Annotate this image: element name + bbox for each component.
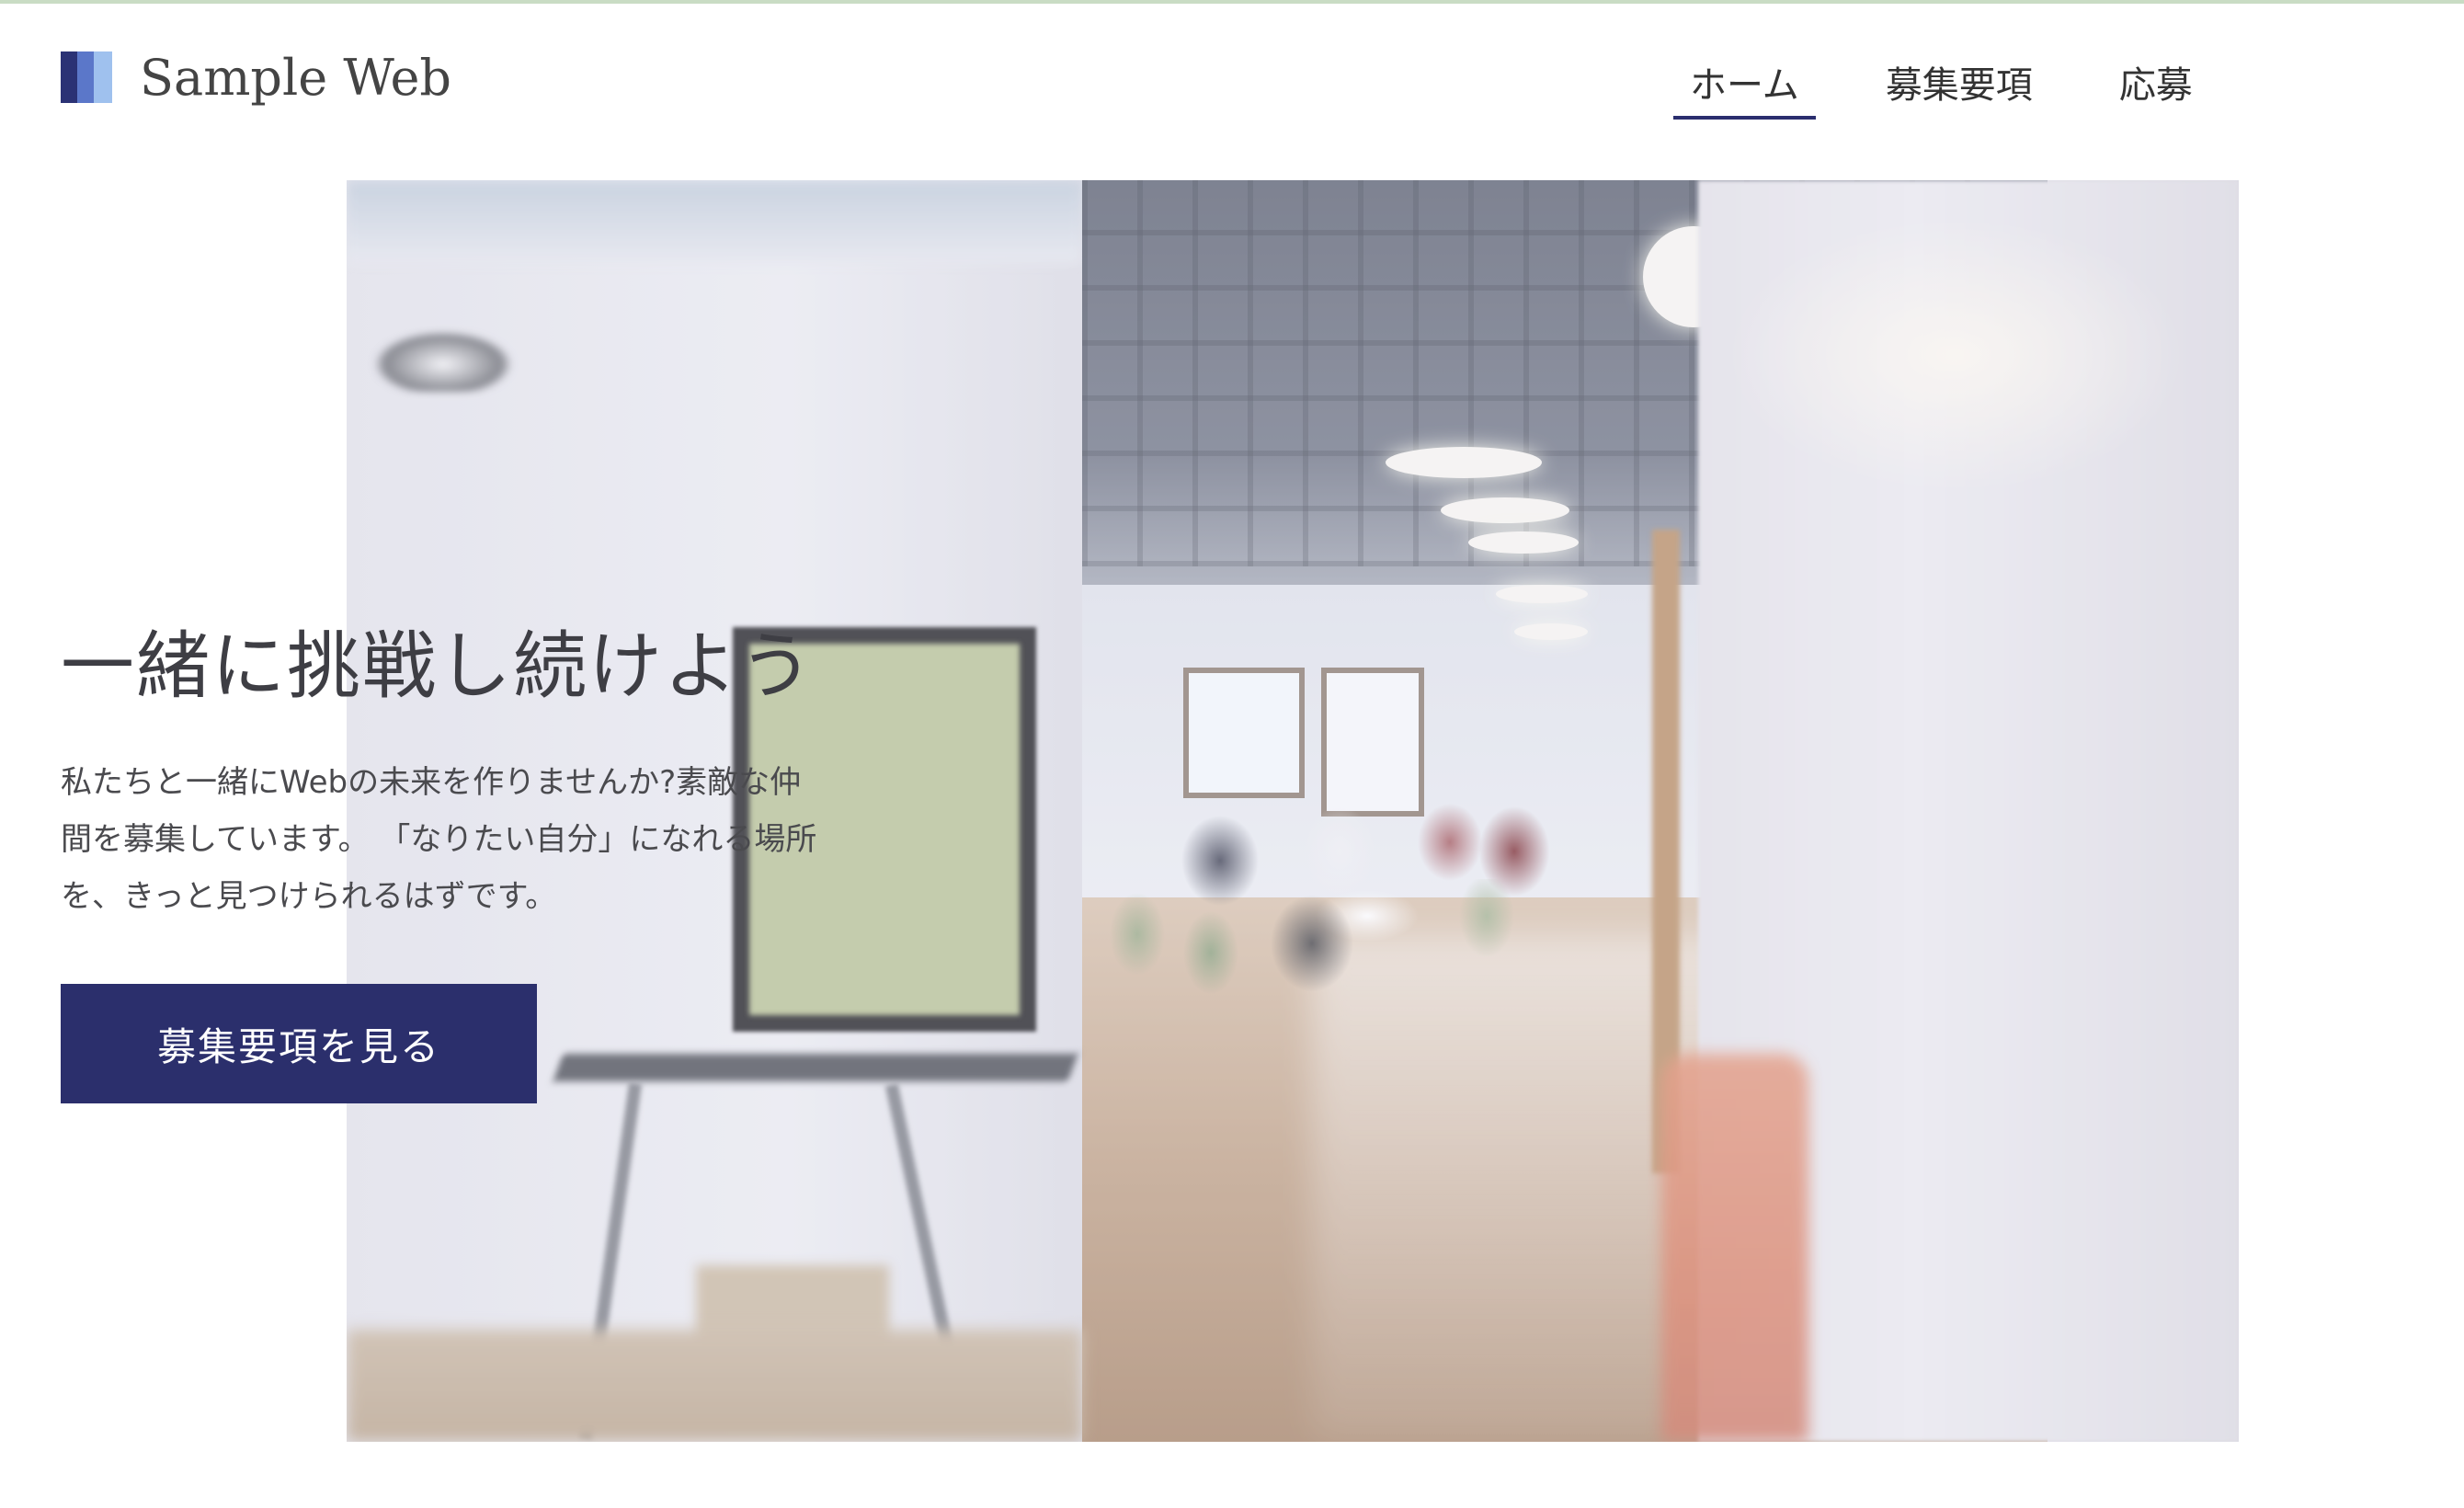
nav-item-recruitment[interactable]: 募集要項 [1869, 51, 2049, 121]
hero-title: 一緒に挑戦し続けよう [61, 623, 815, 709]
striped-square-logo-icon [61, 51, 112, 103]
hero-description-line: を、きっと見つけられるはずです。 [61, 878, 557, 915]
site-logo[interactable]: Sample Web [61, 49, 451, 107]
nav-item-home[interactable]: ホーム [1673, 51, 1816, 121]
top-accent-line [0, 0, 2464, 4]
nav-item-apply[interactable]: 応募 [2103, 51, 2209, 121]
hero-description: 私たちと一緒にWebの未来を作りませんか?素敵な仲 間を募集しています。 「なり… [61, 754, 888, 925]
view-recruitment-button[interactable]: 募集要項を見る [61, 984, 537, 1103]
hero-description-line: 間を募集しています。 「なりたい自分」になれる場所 [61, 821, 817, 858]
main-nav: ホーム 募集要項 応募 [1673, 51, 2263, 125]
site-name: Sample Web [140, 48, 451, 107]
hero-description-line: 私たちと一緒にWebの未来を作りませんか?素敵な仲 [61, 764, 802, 801]
